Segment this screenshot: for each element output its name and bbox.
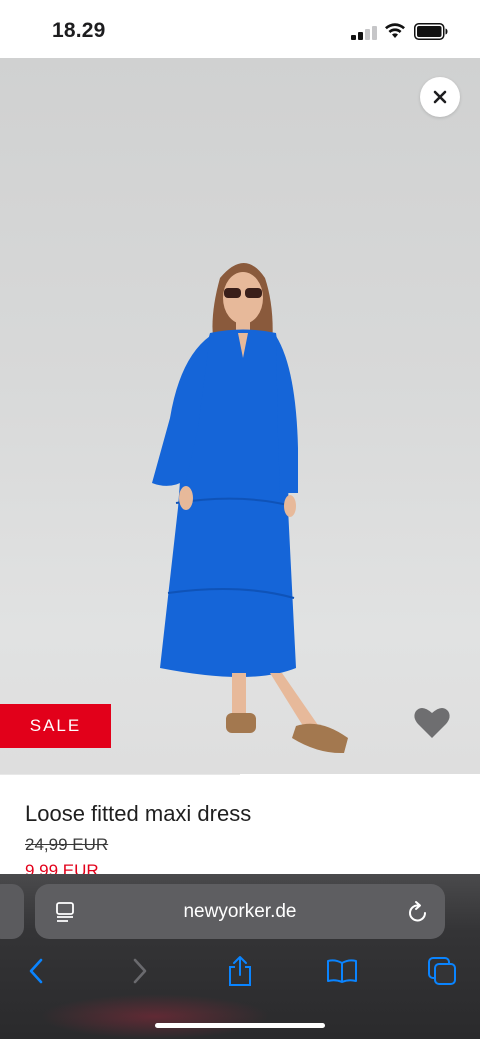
product-title: Loose fitted maxi dress bbox=[25, 801, 252, 826]
bookmarks-button[interactable] bbox=[325, 954, 359, 988]
sale-badge: SALE bbox=[0, 704, 111, 748]
back-button[interactable] bbox=[24, 954, 48, 988]
original-price: 24,99 EUR bbox=[25, 835, 109, 854]
reload-icon[interactable] bbox=[407, 900, 429, 924]
background-glow bbox=[40, 994, 270, 1039]
forward-button[interactable] bbox=[128, 954, 152, 988]
product-image[interactable] bbox=[0, 58, 480, 774]
status-time: 18.29 bbox=[52, 19, 106, 42]
wifi-icon bbox=[385, 23, 405, 38]
url-text: newyorker.de bbox=[183, 901, 297, 922]
tabs-button[interactable] bbox=[426, 954, 458, 988]
divider bbox=[0, 774, 240, 775]
status-bar: 18.29 bbox=[0, 0, 480, 58]
browser-toolbar: newyorker.de bbox=[0, 874, 480, 1039]
heart-icon[interactable] bbox=[412, 703, 452, 741]
home-indicator[interactable] bbox=[155, 1023, 325, 1028]
share-icon bbox=[229, 956, 251, 986]
product-info: Loose fitted maxi dress 24,99 EUR 9,99 E… bbox=[0, 774, 480, 874]
share-button[interactable] bbox=[226, 954, 254, 988]
battery-icon bbox=[414, 23, 448, 40]
tabs-icon bbox=[428, 957, 456, 985]
previous-tab[interactable] bbox=[0, 884, 24, 939]
close-icon bbox=[433, 90, 447, 104]
forward-icon bbox=[133, 958, 147, 984]
address-bar[interactable]: newyorker.de bbox=[35, 884, 445, 939]
model-photo bbox=[152, 263, 348, 754]
cellular-signal-icon bbox=[351, 24, 377, 40]
bookmarks-icon bbox=[327, 959, 357, 983]
close-button[interactable] bbox=[420, 77, 460, 117]
back-icon bbox=[29, 958, 43, 984]
sale-price: 9,99 EUR bbox=[25, 861, 99, 874]
